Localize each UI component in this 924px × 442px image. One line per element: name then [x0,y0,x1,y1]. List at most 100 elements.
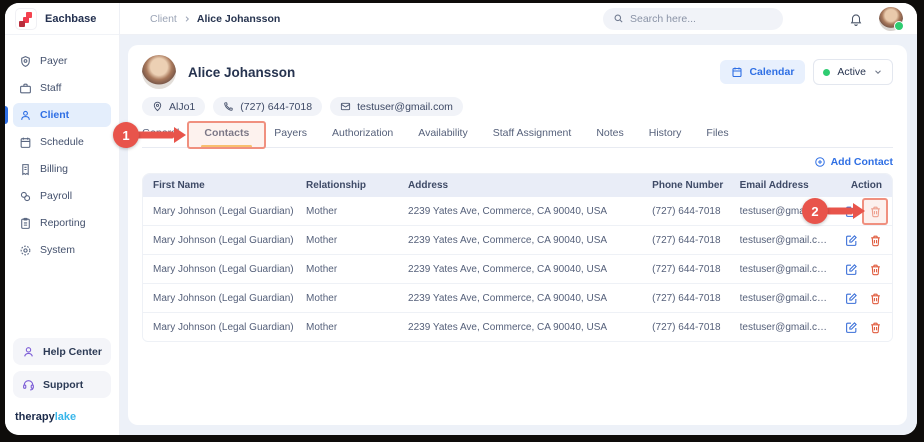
delete-contact-button[interactable] [869,292,882,305]
content-column: Client Alice Johansson Search here... [120,3,917,435]
tab-authorization[interactable]: Authorization [332,127,393,139]
tab-availability[interactable]: Availability [418,127,467,139]
sidebar-item-reporting[interactable]: Reporting [13,211,111,235]
tab-contacts-label: Contacts [204,127,249,139]
search-placeholder: Search here... [630,13,696,25]
table-row: Mary Johnson (Legal Guardian) Mother 223… [143,313,892,341]
delete-contact-button[interactable] [869,263,882,276]
sidebar-item-label: Reporting [40,217,86,229]
header-actions: Calendar Active [720,59,893,85]
app-window: Eachbase Payer Staff Client [5,3,917,435]
footer-brand-primary: therapy [15,411,55,423]
delete-contact-button[interactable] [869,205,882,218]
calendar-icon [731,66,743,78]
cell-address: 2239 Yates Ave, Commerce, CA 90040, USA [408,322,652,333]
help-center-label: Help Center [43,346,102,358]
delete-contact-button[interactable] [869,321,882,334]
add-contact-button[interactable]: Add Contact [814,156,893,168]
add-contact-label: Add Contact [831,156,893,168]
sidebar-item-schedule[interactable]: Schedule [13,130,111,154]
support-label: Support [43,379,83,391]
column-header-relationship: Relationship [306,180,408,191]
cell-actions [838,321,882,334]
tab-staff-assignment[interactable]: Staff Assignment [493,127,572,139]
cell-actions [838,292,882,305]
sidebar-item-label: Staff [40,82,61,94]
table-toolbar: Add Contact [142,156,893,168]
table-row: Mary Johnson (Legal Guardian) Mother 223… [143,226,892,255]
sidebar-item-system[interactable]: System [13,238,111,262]
edit-contact-button[interactable] [845,292,858,305]
client-name: Alice Johansson [188,65,295,80]
coins-icon [19,190,32,203]
column-header-phone: Phone Number [652,180,739,191]
cell-first-name: Mary Johnson (Legal Guardian) [153,206,306,217]
client-card: Alice Johansson Calendar Active [128,45,907,425]
breadcrumb-parent[interactable]: Client [150,13,177,25]
sidebar: Eachbase Payer Staff Client [5,3,120,435]
cell-phone: (727) 644-7018 [652,322,739,333]
headset-icon [22,378,35,391]
chevron-right-icon [183,15,191,23]
sidebar-item-client[interactable]: Client [13,103,111,127]
sidebar-item-billing[interactable]: Billing [13,157,111,181]
column-header-first-name: First Name [153,180,306,191]
bell-icon[interactable] [849,12,863,26]
sidebar-item-label: Payer [40,55,67,67]
profile-header: Alice Johansson Calendar Active [142,55,893,89]
client-email-badge: testuser@gmail.com [330,97,463,116]
status-dropdown[interactable]: Active [813,59,893,85]
brand-name: Eachbase [45,13,96,25]
tab-notes[interactable]: Notes [596,127,623,139]
cell-relationship: Mother [306,293,408,304]
cell-email: testuser@gmail.com [740,322,838,333]
envelope-icon [340,101,351,112]
edit-contact-button[interactable] [845,321,858,334]
brand-logo[interactable]: Eachbase [5,3,119,35]
cell-phone: (727) 644-7018 [652,235,739,246]
active-tab-underline [201,145,252,148]
status-dropdown-value: Active [837,66,866,78]
tab-history[interactable]: History [649,127,682,139]
edit-contact-button[interactable] [845,263,858,276]
search-input[interactable]: Search here... [603,8,783,30]
search-icon [613,13,624,24]
edit-contact-button[interactable] [845,234,858,247]
help-icon [22,345,35,358]
sidebar-item-payer[interactable]: Payer [13,49,111,73]
user-avatar[interactable] [879,7,903,31]
chevron-down-icon [873,67,883,77]
sidebar-item-payroll[interactable]: Payroll [13,184,111,208]
client-phone-value: (727) 644-7018 [240,101,312,113]
sidebar-item-label: Schedule [40,136,84,148]
cell-first-name: Mary Johnson (Legal Guardian) [153,235,306,246]
person-icon [19,109,32,122]
cell-relationship: Mother [306,264,408,275]
calendar-button[interactable]: Calendar [720,60,805,84]
cell-phone: (727) 644-7018 [652,293,739,304]
delete-contact-button[interactable] [869,234,882,247]
phone-icon [223,101,234,112]
tab-contacts[interactable]: Contacts [204,127,249,139]
column-header-email: Email Address [740,180,838,191]
annotation-step-badge-1: 1 [113,122,139,148]
client-id-value: AlJo1 [169,101,195,113]
tab-files[interactable]: Files [706,127,728,139]
column-header-action: Action [838,180,882,191]
active-status-dot [823,69,830,76]
cell-address: 2239 Yates Ave, Commerce, CA 90040, USA [408,206,652,217]
support-button[interactable]: Support [13,371,111,398]
receipt-icon [19,163,32,176]
shield-icon [19,55,32,68]
briefcase-icon [19,82,32,95]
sidebar-item-staff[interactable]: Staff [13,76,111,100]
topbar: Client Alice Johansson Search here... [120,3,917,35]
cell-email: testuser@gmail.com [740,293,838,304]
cell-actions [838,234,882,247]
tab-payers[interactable]: Payers [274,127,307,139]
plus-circle-icon [814,156,826,168]
sidebar-nav: Payer Staff Client Schedule [5,35,119,262]
help-center-button[interactable]: Help Center [13,338,111,365]
footer-brand-secondary: lake [55,411,76,423]
location-pin-icon [152,101,163,112]
